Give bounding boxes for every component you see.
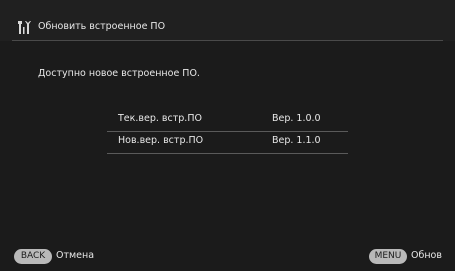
tools-icon bbox=[18, 20, 32, 34]
new-version-row: Нов.вер. встр.ПО Вер. 1.1.0 bbox=[107, 132, 348, 154]
page-title: Обновить встроенное ПО bbox=[38, 21, 166, 32]
current-version-value: Вер. 1.0.0 bbox=[272, 113, 321, 124]
version-table: Тек.вер. встр.ПО Вер. 1.0.0 Нов.вер. вст… bbox=[107, 110, 348, 154]
update-available-message: Доступно новое встроенное ПО. bbox=[38, 68, 200, 79]
cancel-label: Отмена bbox=[56, 250, 95, 261]
current-version-row: Тек.вер. встр.ПО Вер. 1.0.0 bbox=[107, 110, 348, 132]
update-label: Обнов bbox=[411, 250, 442, 261]
back-button[interactable]: BACK bbox=[14, 249, 52, 264]
footer: BACK Отмена MENU Обнов bbox=[0, 244, 455, 271]
header: Обновить встроенное ПО bbox=[0, 0, 455, 41]
menu-button[interactable]: MENU bbox=[369, 249, 407, 264]
firmware-update-screen: Обновить встроенное ПО Доступно новое вс… bbox=[0, 0, 455, 271]
current-version-label: Тек.вер. встр.ПО bbox=[118, 113, 202, 124]
new-version-value: Вер. 1.1.0 bbox=[272, 135, 321, 146]
header-divider bbox=[12, 40, 443, 41]
new-version-label: Нов.вер. встр.ПО bbox=[118, 135, 204, 146]
